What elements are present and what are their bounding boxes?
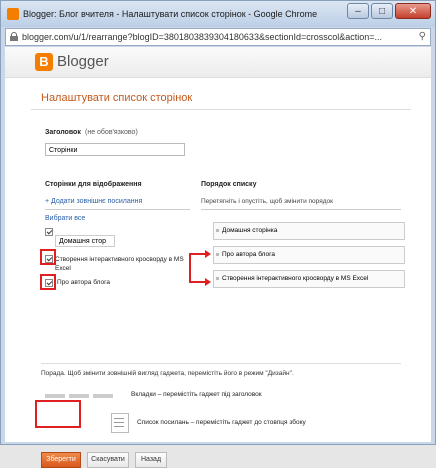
checkbox-home[interactable] [45,228,53,236]
annotation-arrow-head [205,278,211,286]
annotation-box-crossword [40,249,56,265]
page-item-author: Про автора блога [57,279,110,286]
cancel-button[interactable]: Скасувати [87,452,129,468]
page-content: B Blogger Налаштувати список сторінок За… [5,47,431,468]
tabs-gadget-icon [45,394,65,398]
title-bar: Blogger: Блог вчителя - Налаштувати спис… [1,1,435,27]
maximize-button[interactable]: □ [371,3,393,19]
list-hint: Список посилань – перемістіть гаджет до … [137,419,306,426]
page-item-home: Домашня стор [55,235,115,247]
select-all-link[interactable]: Вибрати все [45,215,85,222]
order-item-author[interactable]: Про автора блога [213,246,405,264]
list-order-header: Порядок списку [201,181,257,188]
page-title: Налаштувати список сторінок [41,92,193,104]
search-icon[interactable]: ⚲ [419,31,426,42]
order-item-home[interactable]: Домашня сторінка [213,222,405,240]
url-text: blogger.com/u/1/rearrange?blogID=3801803… [22,32,383,42]
title-hint: (не обов'язково) [85,129,138,136]
page-item-crossword: Створення інтерактивного кросворду в MS … [55,256,184,272]
back-button[interactable]: Назад [135,452,167,468]
blogger-favicon-icon [7,8,19,20]
tabs-hint: Вкладки – перемістіть гаджет під заголов… [131,391,262,398]
divider [45,209,190,210]
minimize-button[interactable]: – [347,3,369,19]
close-button[interactable]: ✕ [395,3,431,19]
title-label: Заголовок [45,129,81,136]
order-item-label: Домашня сторінка [222,227,278,234]
order-item-label: Створення інтерактивного кросворду в MS … [222,275,369,282]
tip-text: Порада. Щоб змінити зовнішній вигляд гад… [41,370,294,377]
blogger-header: B Blogger [5,47,431,78]
browser-window: Blogger: Блог вчителя - Налаштувати спис… [0,0,436,468]
link-list-gadget-icon [111,413,129,433]
pages-to-show-header: Сторінки для відображення [45,181,142,188]
brand-name: Blogger [57,53,109,70]
title-input[interactable]: Сторінки [45,143,185,156]
list-order-hint: Перетягніть і опустіть, щоб змінити поря… [201,198,333,205]
window-title: Blogger: Блог вчителя - Налаштувати спис… [23,9,318,19]
annotation-arrow-head [205,250,211,258]
annotation-arrow-line [189,253,191,283]
divider [201,209,401,210]
drag-handle-icon [216,277,219,280]
annotation-box-save [35,400,81,428]
order-item-crossword[interactable]: Створення інтерактивного кросворду в MS … [213,270,405,288]
drag-handle-icon [216,253,219,256]
blogger-logo-icon: B [35,53,53,71]
lock-icon [10,32,18,41]
add-external-link[interactable]: + Додати зовнішнє посилання [45,198,142,205]
address-bar[interactable]: blogger.com/u/1/rearrange?blogID=3801803… [5,28,431,46]
drag-handle-icon [216,229,219,232]
order-item-label: Про автора блога [222,251,275,258]
save-button[interactable]: Зберегти [41,452,81,468]
divider [31,109,411,110]
divider [41,363,401,364]
annotation-box-author [40,274,56,290]
